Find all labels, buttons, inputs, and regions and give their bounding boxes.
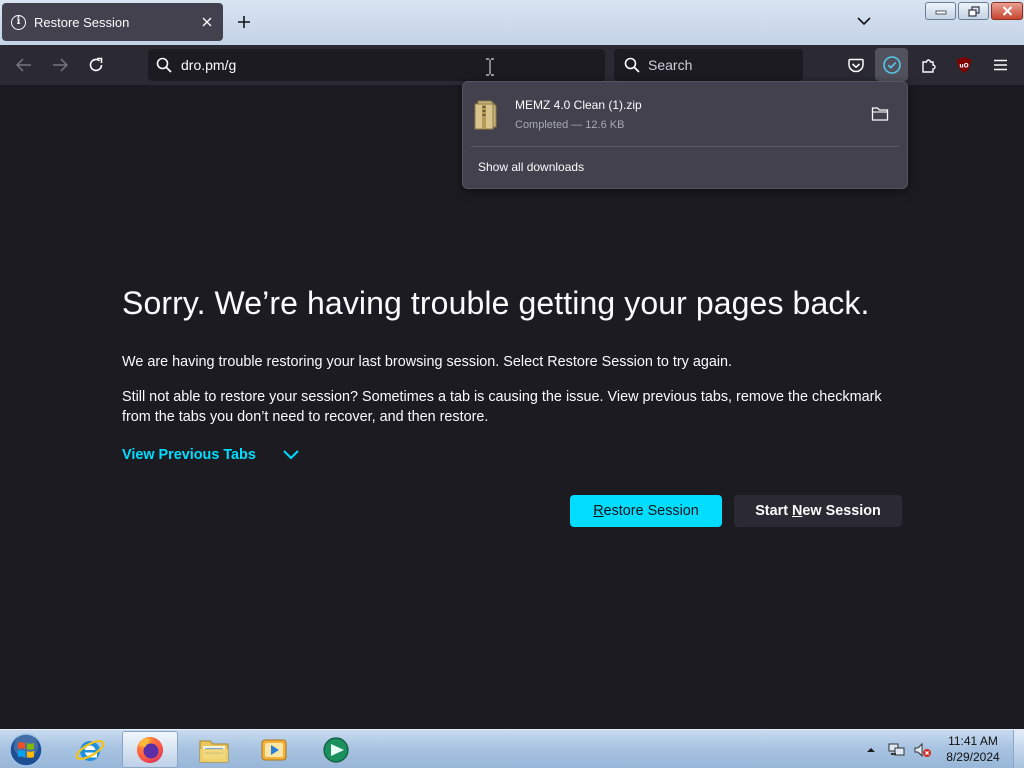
download-filename: MEMZ 4.0 Clean (1).zip: [515, 98, 642, 112]
close-tab-icon[interactable]: [195, 10, 219, 34]
clock-time: 11:41 AM: [948, 734, 998, 748]
start-new-session-label: Start New Session: [755, 503, 881, 519]
view-previous-tabs-toggle[interactable]: View Previous Tabs: [122, 447, 300, 463]
tab-label: Restore Session: [34, 14, 130, 30]
label-part: Start: [755, 503, 792, 519]
page-title: Sorry. We’re having trouble getting your…: [122, 285, 870, 321]
back-button[interactable]: [12, 53, 36, 77]
taskbar-firefox[interactable]: [122, 731, 178, 768]
label-part: ew Session: [802, 503, 881, 519]
ublock-shield-icon: uO: [957, 57, 971, 73]
show-all-downloads-link[interactable]: Show all downloads: [478, 160, 584, 174]
chevron-down-icon: [857, 16, 871, 25]
new-tab-button[interactable]: [232, 10, 256, 34]
search-placeholder: Search: [648, 57, 693, 73]
app-menu-button[interactable]: [988, 53, 1012, 77]
ublock-origin-button[interactable]: uO: [952, 53, 976, 77]
zip-file-icon: [474, 100, 497, 130]
green-app-icon: [323, 736, 349, 763]
restore-explanation-text: We are having trouble restoring your las…: [122, 354, 733, 370]
text-cursor-icon: [486, 58, 494, 76]
taskbar: 11:41 AM 8/29/2024: [0, 729, 1024, 768]
minimize-icon: [935, 10, 946, 15]
tab-strip: i Restore Session: [0, 0, 1024, 45]
restore-session-button[interactable]: Restore Session: [570, 495, 722, 527]
tab-restore-session[interactable]: i Restore Session: [2, 3, 223, 41]
folder-icon[interactable]: [871, 106, 889, 122]
plus-icon: [238, 16, 250, 28]
arrow-left-icon: [16, 58, 31, 72]
search-icon: [624, 57, 640, 73]
navigation-toolbar: dro.pm/g Search uO: [0, 45, 1024, 85]
search-bar[interactable]: Search: [614, 49, 803, 81]
pocket-icon: [848, 58, 864, 72]
view-previous-tabs-label: View Previous Tabs: [122, 447, 256, 463]
puzzle-icon: [921, 58, 936, 73]
svg-text:uO: uO: [959, 63, 968, 70]
restore-window-button[interactable]: [958, 2, 989, 20]
restore-session-label: Restore Session: [593, 503, 699, 519]
chevron-down-icon: [283, 450, 299, 460]
downloads-button[interactable]: [875, 48, 908, 81]
close-window-button[interactable]: [991, 2, 1023, 20]
url-text: dro.pm/g: [181, 57, 237, 73]
close-window-icon: [1002, 6, 1012, 16]
search-icon: [156, 57, 172, 73]
taskbar-file-explorer[interactable]: [186, 731, 242, 768]
panel-divider: [471, 146, 899, 147]
window-controls: [925, 2, 1023, 20]
forward-button[interactable]: [48, 53, 72, 77]
media-player-icon: [261, 739, 287, 760]
download-complete-icon: [882, 55, 901, 74]
minimize-button[interactable]: [925, 2, 956, 20]
show-desktop-button[interactable]: [1013, 730, 1024, 768]
show-hidden-icons-arrow-icon[interactable]: [866, 746, 876, 754]
downloads-panel: MEMZ 4.0 Clean (1).zip Completed — 12.6 …: [462, 81, 908, 189]
restore-help-text: Still not able to restore your session? …: [122, 389, 882, 425]
download-item[interactable]: MEMZ 4.0 Clean (1).zip Completed — 12.6 …: [463, 82, 907, 146]
reload-button[interactable]: [84, 53, 108, 77]
firefox-icon: [137, 736, 163, 763]
download-status: Completed — 12.6 KB: [515, 119, 625, 131]
list-all-tabs-button[interactable]: [853, 10, 875, 32]
reload-icon: [89, 57, 103, 72]
address-bar[interactable]: dro.pm/g: [148, 49, 605, 81]
taskbar-unknown-app[interactable]: [308, 731, 364, 768]
start-new-session-button[interactable]: Start New Session: [734, 495, 902, 527]
taskbar-media-player[interactable]: [246, 731, 302, 768]
arrow-right-icon: [53, 58, 68, 72]
extensions-button[interactable]: [917, 53, 941, 77]
info-icon: i: [11, 14, 26, 30]
notification-area: [866, 730, 932, 768]
volume-muted-icon[interactable]: [914, 742, 932, 758]
internet-explorer-icon: [75, 739, 105, 761]
hamburger-menu-icon: [993, 59, 1007, 71]
clock-date: 8/29/2024: [946, 750, 1000, 764]
pocket-button[interactable]: [844, 53, 868, 77]
label-accelerator: N: [792, 503, 803, 519]
taskbar-internet-explorer[interactable]: [62, 731, 118, 768]
windows-start-orb-icon: [9, 733, 43, 767]
folder-icon: [199, 740, 229, 762]
restore-window-icon: [967, 5, 980, 17]
network-icon[interactable]: [888, 742, 906, 758]
start-button[interactable]: [6, 732, 46, 768]
system-clock[interactable]: 11:41 AM 8/29/2024: [938, 733, 1008, 765]
